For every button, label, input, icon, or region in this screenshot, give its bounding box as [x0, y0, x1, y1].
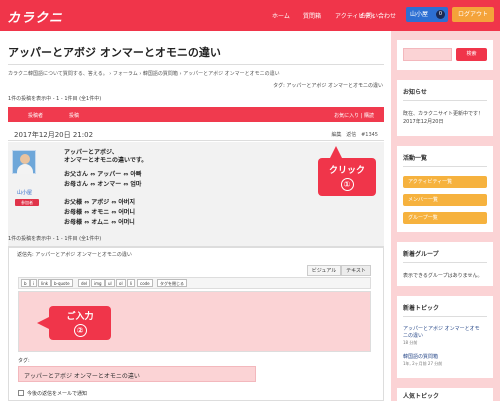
group-list-button[interactable]: グループ一覧: [403, 212, 487, 224]
activity-heading: 活動一覧: [403, 155, 428, 162]
quicktag-link[interactable]: link: [38, 279, 52, 287]
avatar-face: [20, 154, 30, 164]
activity-divider: [403, 166, 487, 167]
topic-link-1[interactable]: アッパーとアボジ オンマーとオモ: [403, 325, 480, 332]
sidebar-activity: 活動一覧 アクティビティ一覧 メンバー一覧 グループ一覧: [397, 146, 493, 232]
breadcrumb[interactable]: カラクニ韓国語について質問する、答える。 › フォーラム › 韓国語の質問箱 ›…: [8, 70, 280, 77]
post-author-name[interactable]: 山小屋: [17, 189, 32, 196]
post-date-row: 2017年12月20日 21:02 編集 返信 #1345: [8, 127, 384, 141]
nav-home[interactable]: ホーム: [272, 11, 290, 20]
sidebar-search-input[interactable]: [403, 48, 452, 61]
quicktag-ul[interactable]: ul: [105, 279, 115, 287]
main-content: アッパーとアボジ オンマーとオモニの違い カラクニ韓国語について質問する、答える…: [0, 31, 391, 401]
post-count-top: 1件の投稿を表示中 - 1 - 1件目 (全1件中): [8, 96, 102, 102]
post-line-6: お母様 ⇔ オモニ ⇔ 어머니: [64, 209, 135, 216]
posts-table-header: 投稿者 投稿 お気に入り | 購読: [8, 107, 384, 122]
quicktag-img[interactable]: img: [91, 279, 105, 287]
post-line-5: お父様 ⇔ アボジ ⇔ 아버지: [64, 199, 135, 206]
notice-date: 2017年12月20日: [403, 119, 444, 125]
quicktag-li[interactable]: li: [127, 279, 136, 287]
callout-click: クリック ①: [318, 146, 376, 196]
tab-text[interactable]: テキスト: [341, 265, 371, 276]
quicktag-code[interactable]: code: [137, 279, 153, 287]
callout-input: ご入力 ②: [37, 306, 111, 340]
post-count-bottom: 1件の投稿を表示中 - 1 - 1件目 (全1件中): [8, 236, 102, 242]
topic-meta-2: 1年, 2ヶ月前 27 分前: [403, 361, 443, 366]
sidebar-topics: 新着トピック アッパーとアボジ オンマーとオモ ニの違い 18 分前 韓国語の質…: [397, 296, 493, 378]
page-title: アッパーとアボジ オンマーとオモニの違い: [8, 46, 221, 59]
quicktag-ol[interactable]: ol: [116, 279, 126, 287]
edit-link[interactable]: 編集: [331, 132, 341, 138]
member-list-button[interactable]: メンバー一覧: [403, 194, 487, 206]
author-role-badge: 参加者: [15, 199, 39, 206]
topic-tags[interactable]: タグ: アッパーとアボジ オンマーとオモニの違い: [273, 82, 383, 89]
callout-input-number: ②: [73, 324, 87, 337]
tag-input[interactable]: アッパーとアボジ オンマーとオモニの違い: [18, 366, 256, 382]
popular-heading: 人気トピック: [403, 393, 440, 400]
post-meta: 編集 返信 #1345: [331, 131, 378, 138]
topic-meta-1: 18 分前: [403, 340, 418, 345]
title-divider: [8, 64, 384, 65]
nav-question-box[interactable]: 質問箱: [303, 11, 321, 20]
nav-contact[interactable]: お問い合わせ: [360, 11, 396, 20]
reply-link[interactable]: 返信: [346, 132, 356, 138]
groups-divider: [403, 262, 487, 263]
callout-click-number: ①: [340, 178, 354, 191]
activity-list-button[interactable]: アクティビティ一覧: [403, 176, 487, 188]
quicktag-close-tags[interactable]: タグを閉じる: [157, 279, 187, 287]
notice-text: 既在、カラクニサイト更新中です！: [403, 111, 484, 117]
post-number[interactable]: #1345: [361, 132, 378, 138]
top-header: カラクニ ホーム 質問箱 アクティビティ お問い合わせ 山小屋 0 ログアウト: [0, 0, 500, 31]
topic-link-2[interactable]: 韓国語の質問箱: [403, 353, 438, 360]
notification-count-badge: 0: [436, 10, 445, 19]
avatar-body: [17, 164, 33, 174]
post-line-7: お母様 ⇔ オムニ ⇔ 어머니: [64, 219, 135, 226]
col-author: 投稿者: [28, 113, 44, 119]
col-post: 投稿: [69, 113, 80, 119]
site-logo[interactable]: カラクニ: [7, 7, 63, 26]
reply-form-label: 返信先: アッパーとアボジ オンマーとオモニの違い: [17, 252, 132, 258]
post-line-3: お父さん ⇔ アッパー ⇔ 아빠: [64, 171, 142, 178]
groups-heading: 新着グループ: [403, 251, 439, 258]
post-line-4: お母さん ⇔ オンマー ⇔ 엄마: [64, 181, 142, 188]
groups-empty-text: 表示できるグループはありません。: [403, 273, 483, 279]
user-menu-label: 山小屋: [410, 11, 429, 18]
notice-divider: [403, 100, 487, 101]
topics-heading: 新着トピック: [403, 305, 440, 312]
quicktag-del[interactable]: del: [78, 279, 91, 287]
logout-button[interactable]: ログアウト: [452, 7, 494, 22]
quicktag-italic[interactable]: i: [30, 279, 38, 287]
post-date: 2017年12月20日 21:02: [14, 131, 94, 139]
tab-visual[interactable]: ビジュアル: [307, 265, 341, 276]
post-line-2: オンマーとオモニの違いです。: [64, 157, 148, 164]
sidebar-search: 検索: [397, 40, 493, 70]
notify-label: 今後の返信をメールで通知: [27, 391, 88, 397]
callout-click-text: クリック: [328, 166, 365, 176]
favorite-subscribe-links[interactable]: お気に入り | 購読: [334, 112, 374, 119]
notify-checkbox[interactable]: [18, 390, 24, 396]
topic-link-1-cont[interactable]: ニの違い: [403, 332, 423, 339]
tag-field-label: タグ:: [18, 358, 30, 364]
callout-input-text: ご入力: [66, 312, 94, 322]
quicktag-bold[interactable]: b: [21, 279, 30, 287]
sidebar-notice: お知らせ 既在、カラクニサイト更新中です！ 2017年12月20日: [397, 80, 493, 136]
topics-divider: [403, 316, 487, 317]
sidebar-search-button[interactable]: 検索: [456, 48, 487, 61]
quicktag-bquote[interactable]: b-quote: [51, 279, 73, 287]
avatar[interactable]: [12, 150, 36, 174]
sidebar-groups: 新着グループ 表示できるグループはありません。: [397, 242, 493, 286]
sidebar-popular: 人気トピック: [397, 388, 493, 401]
user-menu-button[interactable]: 山小屋 0: [406, 7, 448, 22]
notice-heading: お知らせ: [403, 89, 427, 96]
